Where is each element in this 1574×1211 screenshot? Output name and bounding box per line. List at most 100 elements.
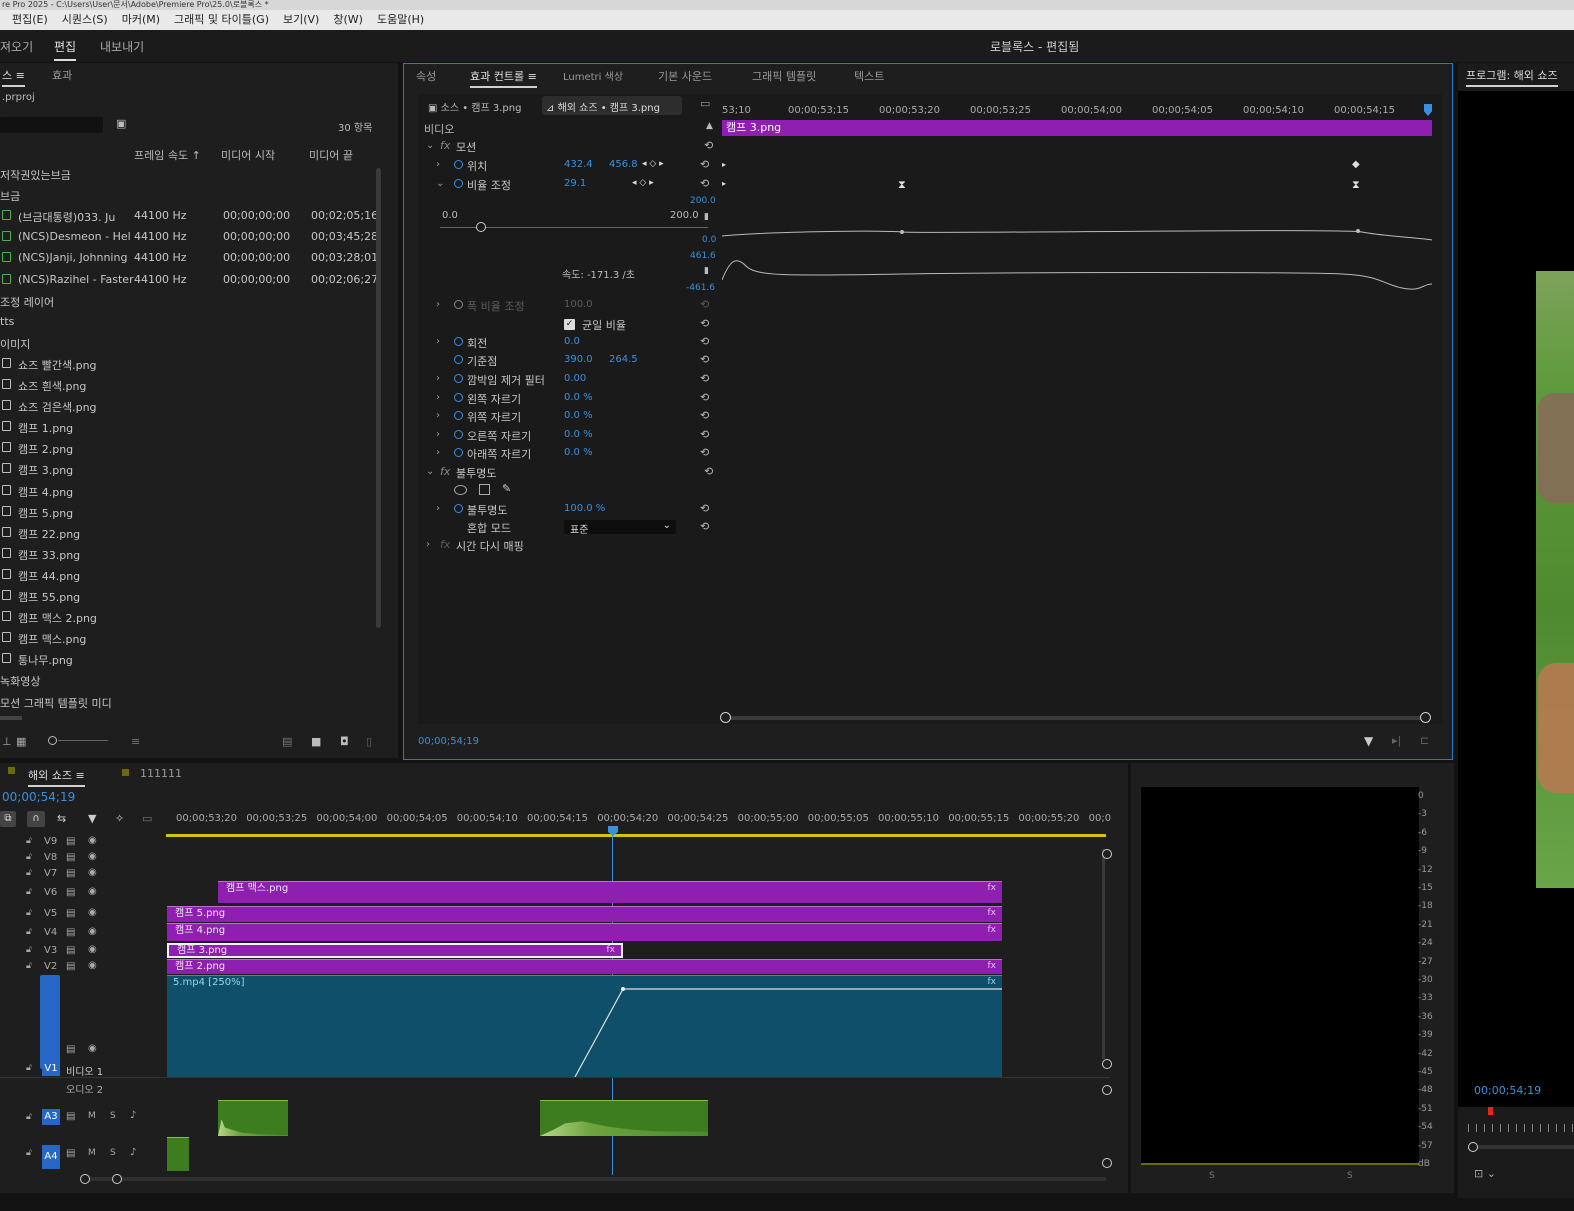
blend-mode-select[interactable]: 표준 ⌄	[564, 520, 676, 536]
chevron-right-icon[interactable]: ›	[436, 159, 440, 170]
motion-row[interactable]: ⌄ fx 모션 ⟲	[422, 138, 722, 156]
ec-zoom-right-handle[interactable]	[1420, 712, 1431, 723]
stopwatch-icon[interactable]	[454, 448, 463, 457]
track-sync-icon[interactable]: ▤	[66, 908, 75, 919]
reset-icon[interactable]: ⟲	[700, 502, 709, 515]
scale-value[interactable]: 29.1	[564, 178, 586, 189]
snap-magnet-icon[interactable]: ∩	[27, 811, 45, 827]
list-item[interactable]: (NCS)Desmeon - Hel 44100 Hz 00;00;00;00 00;…	[0, 227, 380, 248]
keyframe-nav-icon[interactable]: ◂ ◇ ▸	[632, 178, 654, 188]
menu-help[interactable]: 도움말(H)	[377, 10, 424, 30]
icon-view-icon[interactable]: ▦	[16, 735, 26, 748]
ec-zoom-left-handle[interactable]	[720, 712, 731, 723]
video-vscroll[interactable]	[1102, 849, 1105, 1059]
tab-lumetri[interactable]: Lumetri 색상	[563, 68, 623, 83]
audio-vscroll-top[interactable]	[1102, 1085, 1112, 1095]
list-item[interactable]: (NCS)Razihel - Faster 44100 Hz 00;00;00;00…	[0, 270, 380, 291]
uniform-scale-checkbox[interactable]: ✓	[564, 319, 575, 330]
chevron-down-icon[interactable]: ⌄	[436, 178, 444, 189]
v1-opacity-rubberband[interactable]	[167, 975, 1002, 1077]
mic-icon[interactable]: ♪	[130, 1110, 136, 1121]
keyframe-hourglass-icon[interactable]: ⧗	[898, 178, 906, 192]
col-media-end[interactable]: 미디어 끝	[309, 147, 353, 163]
eye-icon[interactable]: ◉	[88, 926, 97, 937]
trash-icon[interactable]: ▯	[366, 735, 372, 748]
eye-icon[interactable]: ◉	[88, 1043, 97, 1054]
audio-clip-a4[interactable]	[167, 1137, 189, 1171]
tab-import[interactable]: 져오기	[0, 38, 33, 55]
play-audio-icon[interactable]: ▸|	[1392, 734, 1401, 747]
tab-graphic-templates[interactable]: 그래픽 템플릿	[752, 68, 816, 84]
list-item[interactable]: 쇼즈 빨간색.png	[0, 354, 380, 375]
track-sync-icon[interactable]: ▤	[66, 1148, 75, 1159]
tab-sequence-2[interactable]: 111111	[140, 767, 182, 780]
time-remap-row[interactable]: › fx 시간 다시 매핑	[422, 537, 722, 555]
reset-icon[interactable]: ⟲	[700, 335, 709, 348]
menu-window[interactable]: 창(W)	[333, 10, 363, 30]
tab-essential-sound[interactable]: 기본 사운드	[658, 68, 712, 84]
position-y[interactable]: 456.8	[609, 159, 638, 170]
ellipse-mask-icon[interactable]	[454, 485, 467, 495]
lock-icon[interactable]: 🔓︎	[26, 868, 32, 878]
rectangle-mask-icon[interactable]	[479, 484, 490, 495]
reset-icon[interactable]: ⟲	[700, 177, 709, 190]
stopwatch-icon[interactable]	[454, 300, 463, 309]
export-frame-icon[interactable]: ⊏	[1420, 734, 1429, 747]
tab-text[interactable]: 텍스트	[854, 68, 884, 84]
list-item[interactable]: 캠프 33.png	[0, 544, 380, 565]
tab-edit[interactable]: 편집	[54, 38, 77, 61]
reset-icon[interactable]: ⟲	[700, 158, 709, 171]
bin-item[interactable]: 녹화영상	[0, 670, 380, 691]
chevron-right-icon[interactable]: ›	[436, 503, 440, 514]
tab-project[interactable]: 스 ≡	[2, 67, 25, 87]
mute-icon[interactable]: M	[88, 1148, 96, 1158]
eye-icon[interactable]: ◉	[88, 851, 97, 862]
reset-icon[interactable]: ⟲	[700, 391, 709, 404]
stopwatch-icon[interactable]	[454, 160, 463, 169]
list-item[interactable]: 캠프 5.png	[0, 502, 380, 523]
track-target-v1[interactable]: V1	[42, 1062, 60, 1076]
eye-icon[interactable]: ◉	[88, 960, 97, 971]
chevron-right-icon[interactable]: ›	[436, 447, 440, 458]
lock-icon[interactable]: 🔓︎	[26, 927, 32, 937]
tab-properties[interactable]: 속성	[416, 68, 436, 84]
list-item[interactable]: 통나무.png	[0, 649, 380, 670]
list-view-icon[interactable]: ⊥	[2, 735, 12, 748]
wrench-icon[interactable]: ✧	[115, 812, 124, 825]
clip-v6[interactable]: 캠프 맥스.png fx	[218, 881, 1002, 903]
lock-icon[interactable]: 🔓︎	[26, 1148, 32, 1158]
stopwatch-icon[interactable]	[454, 374, 463, 383]
track-sync-icon[interactable]: ▤	[66, 961, 75, 972]
col-frame-rate[interactable]: 프레임 속도 ↑	[134, 147, 201, 163]
solo-icon[interactable]: S	[110, 1148, 116, 1158]
list-item[interactable]: 캠프 1.png	[0, 417, 380, 438]
insert-nest-icon[interactable]: ⧉	[0, 811, 16, 827]
program-zoom-handle[interactable]	[1468, 1142, 1478, 1152]
opacity-value[interactable]: 100.0 %	[564, 503, 605, 514]
clip-v4[interactable]: 캠프 4.png fx	[167, 923, 1002, 941]
solo-left[interactable]: S	[1209, 1171, 1215, 1181]
keyframe-diamond-icon[interactable]: ◆	[1352, 159, 1360, 170]
linked-selection-icon[interactable]: ⇆	[57, 812, 66, 825]
add-marker-icon[interactable]: ▼	[88, 812, 96, 825]
chevron-right-icon[interactable]: ›	[426, 539, 430, 550]
list-item[interactable]: 캠프 3.png	[0, 459, 380, 480]
reset-icon[interactable]: ⟲	[700, 409, 709, 422]
lock-icon[interactable]: 🔓︎	[26, 908, 32, 918]
stopwatch-icon[interactable]	[454, 411, 463, 420]
menu-sequence[interactable]: 시퀀스(S)	[62, 10, 108, 30]
chevron-down-icon[interactable]: ⌄	[426, 140, 434, 151]
reset-icon[interactable]: ⟲	[704, 139, 713, 152]
project-scrollbar[interactable]	[376, 168, 381, 628]
v1-source-patch[interactable]	[40, 975, 60, 1069]
lock-icon[interactable]: 🔓︎	[26, 852, 32, 862]
track-header[interactable]: 🔓︎ V2 ▤ ◉	[0, 959, 165, 977]
mute-icon[interactable]: M	[88, 1111, 96, 1121]
chevron-right-icon[interactable]: ›	[436, 410, 440, 421]
list-item[interactable]: 캠프 55.png	[0, 586, 380, 607]
video-vscroll-top[interactable]	[1102, 849, 1112, 859]
crop-right-value[interactable]: 0.0 %	[564, 429, 593, 440]
solo-icon[interactable]: S	[110, 1111, 116, 1121]
track-sync-icon[interactable]: ▤	[66, 868, 75, 879]
ec-clip-bar[interactable]: 캠프 3.png	[722, 120, 1432, 136]
